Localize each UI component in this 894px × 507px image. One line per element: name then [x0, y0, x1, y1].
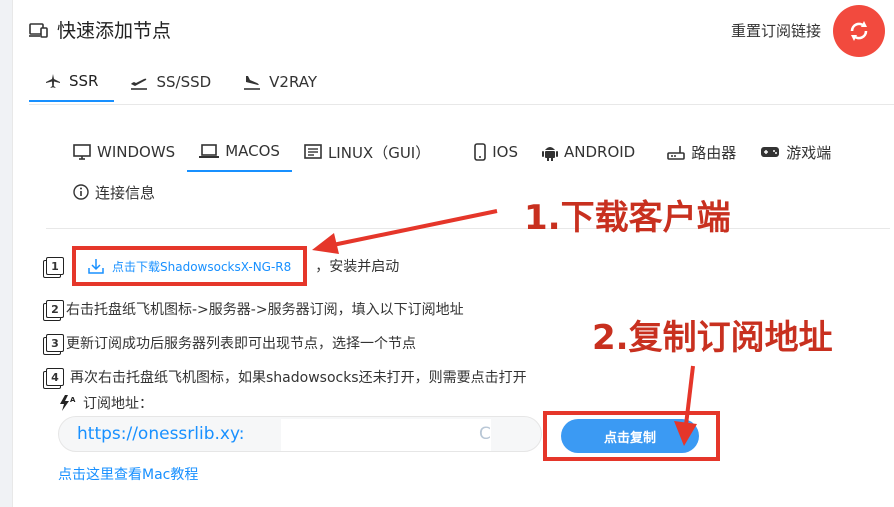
- header: 快速添加节点 重置订阅链接: [13, 0, 894, 60]
- tab-connection-info[interactable]: 连接信息: [61, 172, 167, 212]
- tab-macos[interactable]: MACOS: [187, 132, 292, 172]
- step-4-text: 再次右击托盘纸飞机图标，如果shadowsocks还未打开，则需要点击打开: [70, 370, 527, 386]
- subscription-url-field[interactable]: https://onessrlib.xy: C: [58, 416, 542, 452]
- step-3-text: 更新订阅成功后服务器列表即可出现节点，选择一个节点: [66, 336, 416, 352]
- laptop-icon: [199, 144, 220, 158]
- page-title: 快速添加节点: [29, 16, 171, 43]
- step-number-1-icon: 1: [46, 257, 64, 275]
- android-icon: [542, 147, 558, 161]
- tab-ss-ssd[interactable]: SS/SSD: [114, 62, 227, 102]
- tab-ios[interactable]: IOS: [462, 132, 530, 172]
- flash-icon: A: [60, 395, 76, 411]
- plane-landing-icon: [244, 76, 261, 90]
- os-tabs: WINDOWS MACOS LINUX（GUI） IOS ANDROID 路由器…: [61, 132, 881, 212]
- tab-android[interactable]: ANDROID: [530, 132, 647, 172]
- tab-v2ray[interactable]: V2RAY: [227, 62, 333, 102]
- annotation-copy-subscription: 2.复制订阅地址: [592, 318, 833, 358]
- mac-tutorial-link[interactable]: 点击这里查看Mac教程: [58, 464, 198, 484]
- protocol-tabs: SSR SS/SSD V2RAY: [29, 62, 333, 104]
- step-number-3-icon: 3: [46, 334, 64, 352]
- monitor-icon: [73, 144, 91, 160]
- subscription-url-tail: C: [479, 424, 491, 444]
- tab-windows[interactable]: WINDOWS: [61, 132, 187, 172]
- subscription-url-value: https://onessrlib.xy:: [77, 424, 245, 444]
- reset-subscription-link[interactable]: 重置订阅链接: [731, 20, 821, 41]
- download-client-button[interactable]: 点击下载ShadowsocksX-NG-R8: [72, 246, 308, 286]
- step-2-text: 右击托盘纸飞机图标->服务器->服务器订阅，填入以下订阅地址: [66, 302, 464, 318]
- step-number-4-icon: 4: [46, 368, 64, 386]
- copy-button[interactable]: 点击复制: [561, 419, 699, 453]
- tab-game[interactable]: 游戏端: [748, 132, 843, 172]
- main-card: 快速添加节点 重置订阅链接 SSR SS/SSD V2RAY WINDOWS M…: [12, 0, 894, 507]
- protocol-tabs-divider: [29, 104, 894, 105]
- router-icon: [667, 146, 686, 160]
- step-number-2-icon: 2: [46, 300, 64, 318]
- step-4: 4 再次右击托盘纸飞机图标，如果shadowsocks还未打开，则需要点击打开: [46, 360, 866, 394]
- devices-icon: [29, 22, 48, 38]
- tab-router[interactable]: 路由器: [655, 132, 748, 172]
- gamepad-icon: [761, 147, 780, 157]
- info-icon: [73, 184, 89, 200]
- step-1: 1 点击下载ShadowsocksX-NG-R8 ，安装并启动: [46, 240, 866, 292]
- plane-icon: [46, 74, 60, 88]
- step-1-suffix: ，安装并启动: [315, 259, 400, 275]
- plane-takeoff-icon: [131, 78, 148, 90]
- subscription-label: A 订阅地址：: [59, 393, 153, 413]
- refresh-icon: [850, 21, 868, 41]
- svg-text:A: A: [70, 396, 76, 404]
- refresh-button[interactable]: [833, 5, 885, 57]
- tab-ssr[interactable]: SSR: [29, 62, 115, 102]
- download-icon: [88, 259, 104, 274]
- copy-highlight-box: 点击复制: [543, 411, 720, 461]
- terminal-icon: [304, 144, 322, 159]
- tab-linux[interactable]: LINUX（GUI）: [292, 132, 442, 172]
- annotation-download-client: 1.下载客户端: [524, 198, 731, 238]
- phone-icon: [474, 143, 487, 161]
- page-title-text: 快速添加节点: [57, 20, 172, 42]
- url-redaction: [281, 419, 491, 451]
- os-tabs-divider: [46, 228, 890, 229]
